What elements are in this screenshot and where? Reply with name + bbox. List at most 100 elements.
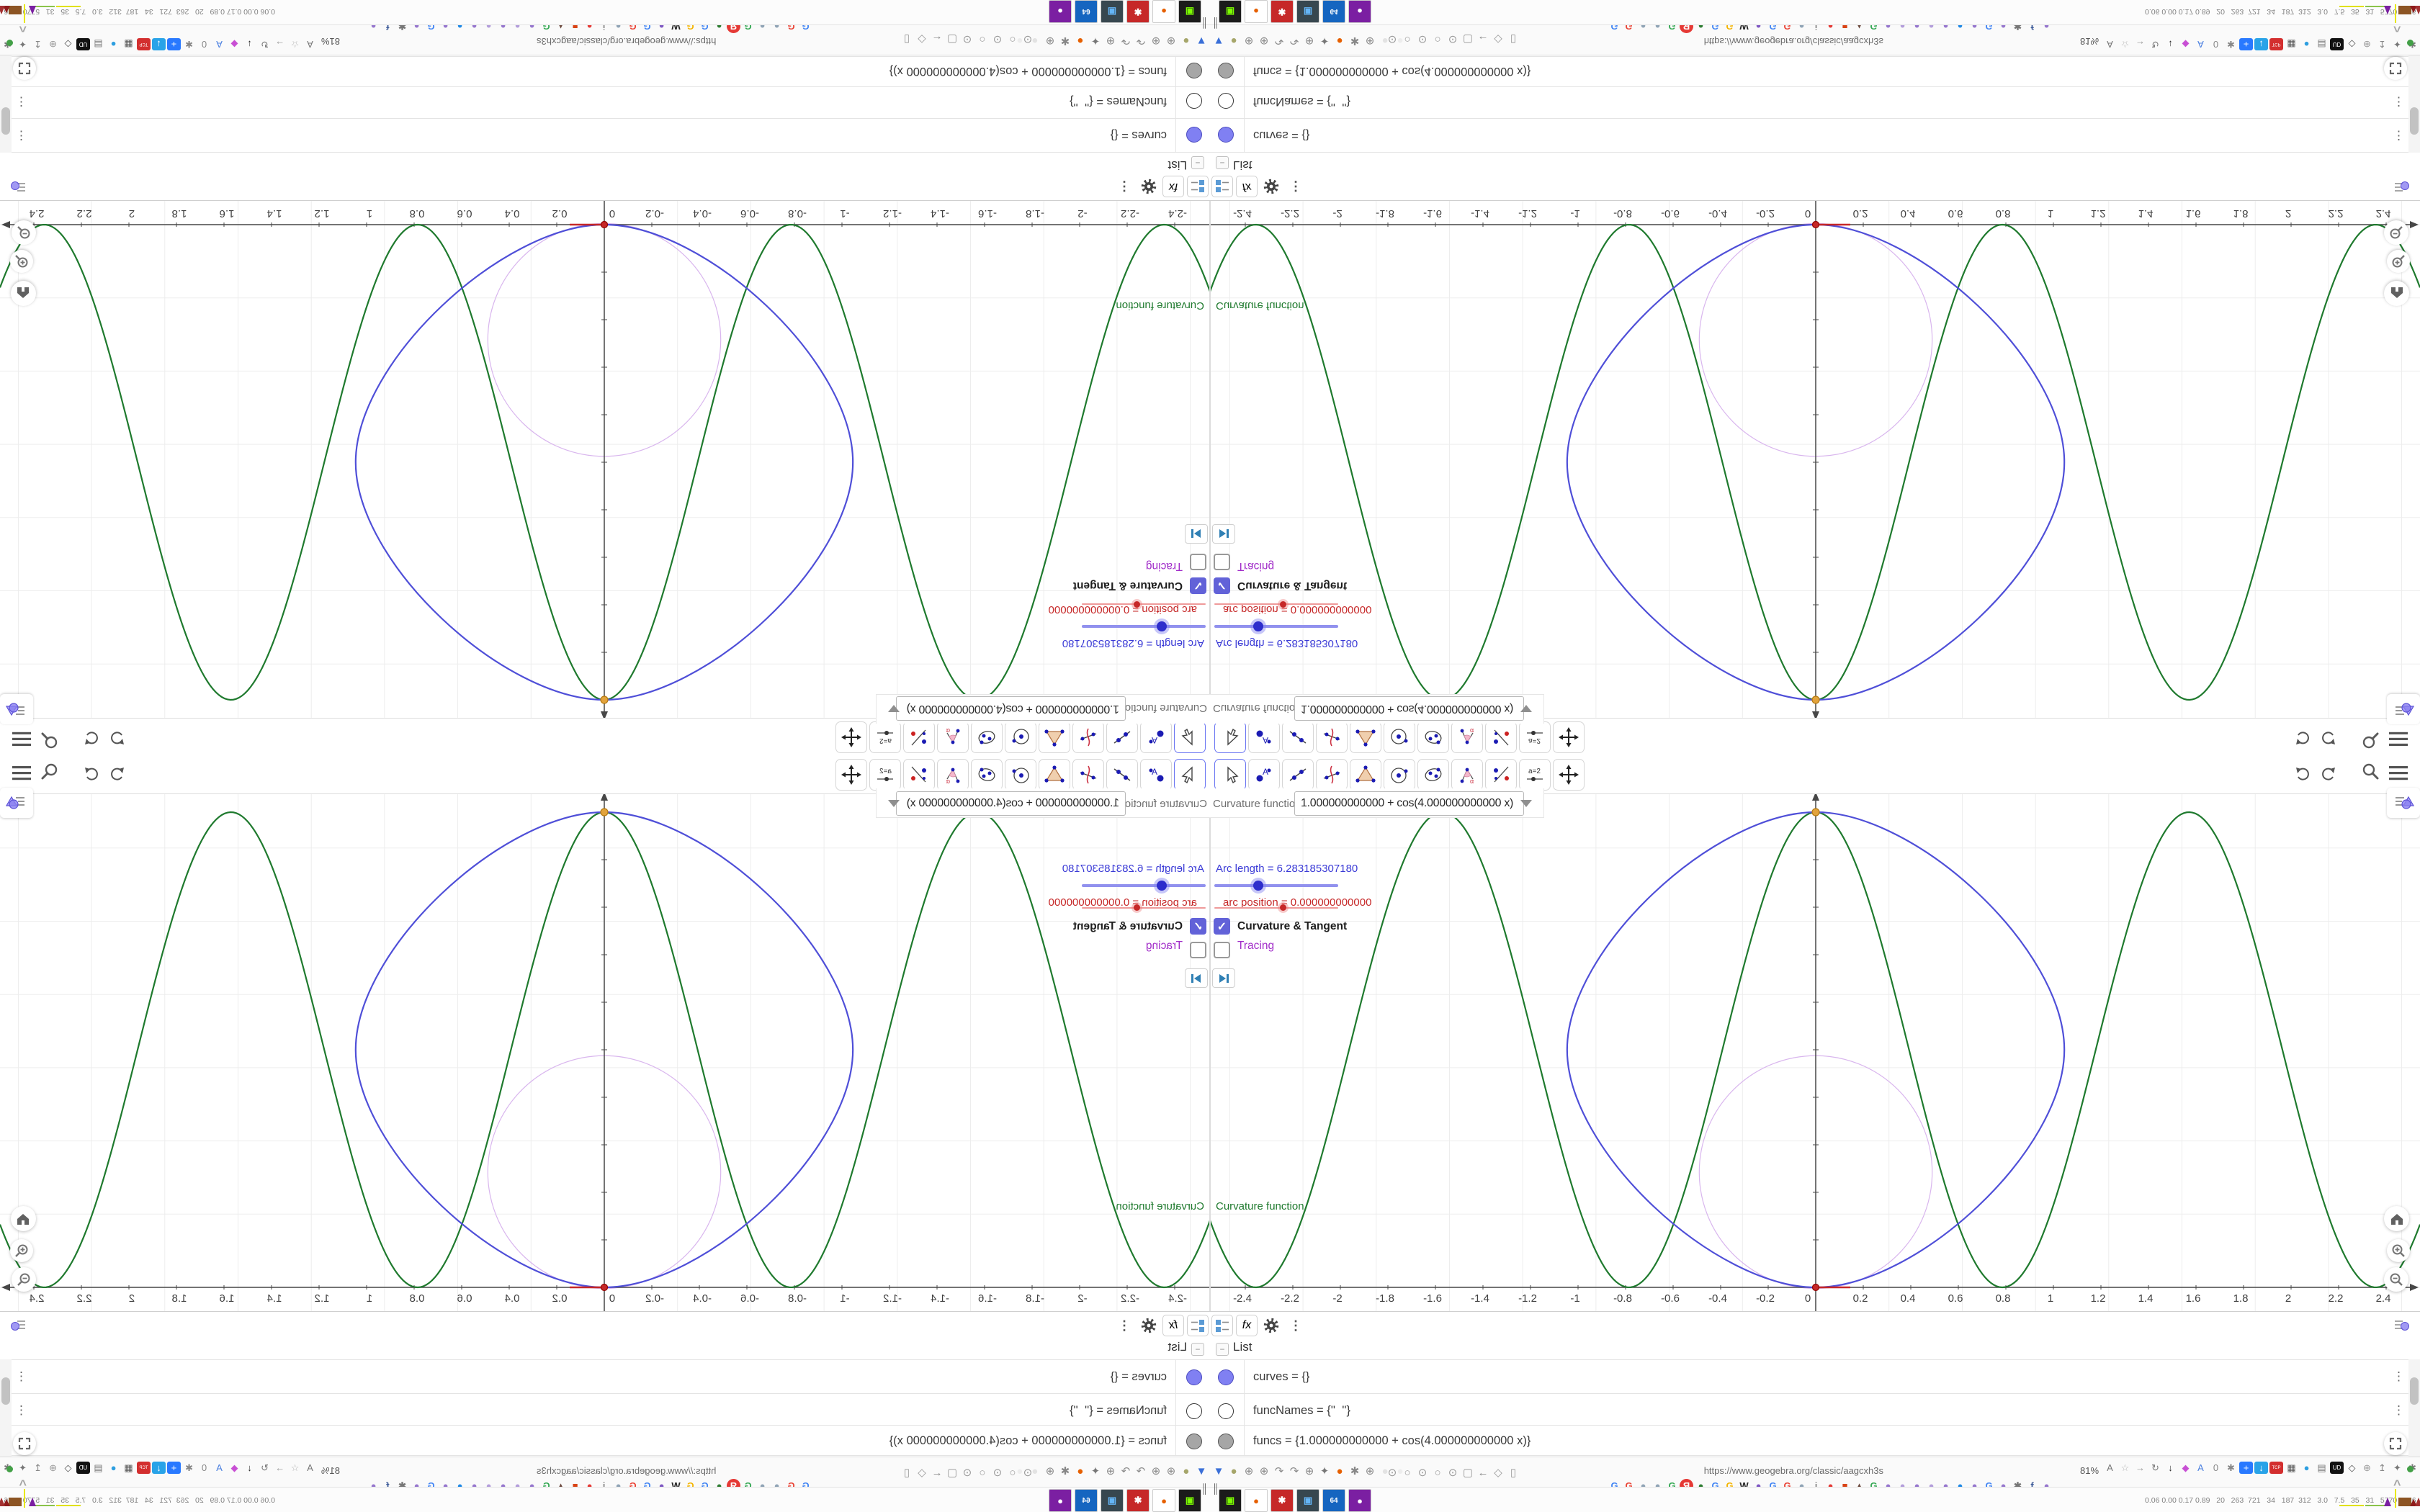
gear-icon[interactable]: ✱ [1058, 34, 1072, 48]
add-icon[interactable]: + [2239, 1462, 2253, 1474]
terminal-app-icon[interactable]: ▣ [1219, 1489, 1242, 1512]
radio-icon[interactable]: ○ [975, 1465, 990, 1480]
wrench-icon[interactable]: ✦ [1317, 1464, 1332, 1478]
undo-icon[interactable] [2293, 729, 2312, 747]
wrench-icon[interactable]: ✦ [16, 1462, 30, 1474]
row-label[interactable]: funcNames = {'' ''} [1070, 1404, 1167, 1418]
globe-color-icon[interactable]: ● [2300, 1462, 2313, 1474]
tool-circle-button[interactable] [1384, 721, 1415, 753]
gear-icon[interactable]: ✱ [1348, 1464, 1362, 1478]
forward-arrow-icon[interactable]: → [273, 38, 287, 50]
trash-icon[interactable]: ▦ [122, 1462, 135, 1474]
search-icon[interactable] [2361, 732, 2380, 750]
wrench-icon[interactable]: ✦ [2390, 38, 2404, 50]
media-app-icon[interactable]: ● [1049, 1489, 1072, 1512]
arc-length-slider-knob[interactable] [1157, 881, 1167, 891]
tool-perpendicular-line-button[interactable] [1072, 759, 1104, 791]
tool-reflect-button[interactable] [903, 721, 935, 753]
globe-icon[interactable]: ⊕ [1302, 34, 1317, 48]
arc-length-slider-knob[interactable] [1253, 881, 1263, 891]
radio-dot-icon[interactable]: ⊙ [1385, 1465, 1399, 1480]
tool-point-button[interactable]: A [1248, 759, 1280, 791]
floppy64-app-icon[interactable]: 64 [1322, 0, 1345, 23]
monitor-app-icon[interactable]: ▣ [1101, 1489, 1124, 1512]
radio-dot-icon[interactable]: ⊙ [1415, 32, 1430, 47]
arc-length-slider[interactable] [1082, 625, 1206, 628]
star-icon[interactable]: ☆ [288, 38, 302, 50]
history-arc-icon[interactable]: ↷ [1119, 1464, 1133, 1478]
algebra-tree-button[interactable] [1187, 176, 1209, 197]
tool-reflect-button[interactable] [1485, 759, 1517, 791]
terminal-app-icon[interactable]: ▣ [1219, 0, 1242, 23]
arc-position-slider[interactable] [1214, 907, 1338, 909]
algebra-tree-button[interactable] [1211, 176, 1233, 197]
palette-icon[interactable]: ◆ [228, 1462, 241, 1474]
menu-icon[interactable] [2388, 765, 2408, 781]
collapse-list-button[interactable]: − [1191, 156, 1204, 169]
pause-icon[interactable]: ║ [1212, 1483, 1219, 1494]
globe-icon[interactable]: ⊕ [1257, 1464, 1271, 1478]
tool-move-view-button[interactable] [1553, 759, 1585, 791]
gear-icon[interactable]: ✱ [182, 38, 196, 50]
history-arc-icon[interactable]: ↷ [1287, 1464, 1301, 1478]
translate-icon[interactable]: A [2103, 1462, 2117, 1474]
translate-icon[interactable]: A [2103, 38, 2117, 50]
menu-icon[interactable] [2388, 731, 2408, 747]
curvature-tangent-checkbox[interactable]: ✓ [1190, 918, 1206, 935]
counter-icon[interactable]: 0 [2209, 38, 2223, 50]
tcp-icon[interactable]: TCP [137, 38, 151, 50]
trash-icon[interactable]: ▦ [2285, 1462, 2298, 1474]
counter-icon[interactable]: 0 [197, 38, 211, 50]
search-icon[interactable] [2361, 762, 2380, 780]
home-button[interactable] [11, 281, 36, 306]
floppy64-app-icon[interactable]: 64 [1075, 1489, 1098, 1512]
collapse-list-button[interactable]: − [1216, 156, 1229, 169]
clipboard-icon[interactable]: ▤ [2315, 1462, 2329, 1474]
back-arrow-icon[interactable]: ← [930, 1465, 944, 1480]
chevron-up-icon[interactable]: ^ [19, 19, 27, 35]
reload-icon[interactable]: ↻ [258, 1462, 272, 1474]
globe-icon[interactable]: ⊕ [1149, 34, 1163, 48]
url-display[interactable]: https://www.geogebra.org/classic/aagcxh3… [537, 1465, 850, 1476]
tool-move-button[interactable] [1214, 721, 1246, 753]
arc-position-slider[interactable] [1214, 603, 1338, 605]
counter-icon[interactable]: 0 [197, 1462, 211, 1474]
radio-dot-icon[interactable]: ⊙ [960, 1465, 974, 1480]
visibility-marble[interactable] [1218, 1434, 1234, 1449]
fullscreen-button[interactable] [13, 1432, 36, 1455]
tool-angle-button[interactable]: α [1451, 721, 1483, 753]
scrollbar-thumb[interactable] [2410, 1377, 2419, 1405]
visibility-marble[interactable] [1186, 127, 1202, 143]
zoom-in-button[interactable] [10, 250, 33, 273]
downloader-icon[interactable]: ↓ [2254, 38, 2268, 50]
arc-length-slider[interactable] [1214, 625, 1338, 628]
firefox-icon[interactable]: ● [1332, 1464, 1347, 1478]
ud-icon[interactable]: UD [2330, 38, 2344, 50]
star-icon[interactable]: ☆ [2118, 38, 2132, 50]
tool-circle-button[interactable] [1384, 759, 1415, 791]
radio-dot-icon[interactable]: ⊙ [1021, 32, 1035, 47]
radio-icon[interactable]: ○ [975, 32, 990, 47]
monitor-app-icon[interactable]: ▣ [1101, 0, 1124, 23]
radio-dot-icon[interactable]: ⊙ [1446, 1465, 1460, 1480]
globe-color-icon[interactable]: ● [2300, 38, 2313, 50]
history-arc-icon[interactable]: ↷ [1287, 34, 1301, 48]
visibility-marble[interactable] [1218, 127, 1234, 143]
clipboard-icon[interactable]: ▤ [2315, 38, 2329, 50]
firefox-icon[interactable]: ● [1073, 34, 1088, 48]
algebra-stylebar-toggle[interactable] [2391, 176, 2413, 197]
row-label[interactable]: funcs = {1.000000000000 + cos(4.00000000… [1253, 64, 1531, 78]
visibility-marble[interactable] [1218, 1369, 1234, 1385]
zoom-in-button[interactable] [10, 1239, 33, 1262]
media-app-icon[interactable]: ● [1049, 0, 1072, 23]
curvature-function-input[interactable]: 1.000000000000 + cos(4.000000000000 x) [887, 791, 1126, 816]
thumb-up-icon[interactable]: ↥ [31, 1462, 45, 1474]
row-label[interactable]: funcNames = {'' ''} [1253, 94, 1350, 108]
globe-gray-icon[interactable]: ⊕ [2360, 1462, 2374, 1474]
skip-forward-button[interactable] [1212, 524, 1235, 544]
list-header[interactable]: List [1168, 1340, 1187, 1354]
menu-icon[interactable] [12, 765, 32, 781]
curvature-function-input[interactable]: 1.000000000000 + cos(4.000000000000 x) [1294, 696, 1533, 721]
funnel-icon[interactable]: ▼ [1211, 34, 1226, 48]
radio-dot-icon[interactable]: ⊙ [1021, 1465, 1035, 1480]
